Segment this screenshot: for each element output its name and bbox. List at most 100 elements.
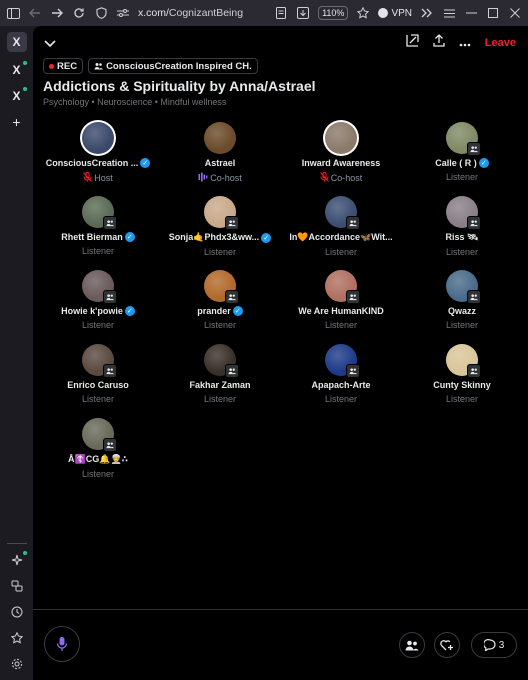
space-panel: Leave REC ConsciousCreation Inspired CH.… bbox=[33, 26, 528, 680]
participant-name-row: In🧡Accordance🦋Wit... bbox=[289, 232, 392, 243]
participant-role: Listener bbox=[81, 394, 115, 404]
clock-icon bbox=[11, 606, 22, 618]
participant-role-row: Listener bbox=[204, 394, 236, 404]
participant-name: Fakhar Zaman bbox=[189, 380, 251, 390]
participant[interactable]: Å☦️CG🔔👳‍♀️∴ Listener bbox=[38, 418, 158, 479]
participant-role-row: Co-host bbox=[319, 172, 362, 184]
participant[interactable]: Howie k'powie ✓ Listener bbox=[38, 270, 158, 330]
notification-dot bbox=[22, 87, 27, 91]
avatar[interactable] bbox=[325, 122, 357, 154]
participant[interactable]: prander ✓ Listener bbox=[160, 270, 280, 330]
vpn-button[interactable]: VPN bbox=[378, 8, 412, 19]
participant[interactable]: Inward Awareness Co-host bbox=[281, 122, 401, 184]
avatar[interactable] bbox=[446, 122, 481, 156]
people-button[interactable] bbox=[399, 632, 425, 658]
participant-role: Listener bbox=[445, 394, 479, 404]
participant[interactable]: Riss 🛰 Listener bbox=[402, 196, 522, 257]
settings-button[interactable] bbox=[7, 654, 27, 674]
participant[interactable]: Enrico Caruso Listener bbox=[38, 344, 158, 404]
history-button[interactable] bbox=[7, 602, 27, 622]
listener-community-icon bbox=[467, 142, 481, 156]
listener-community-icon bbox=[225, 290, 239, 304]
avatar[interactable] bbox=[325, 196, 360, 230]
avatar[interactable] bbox=[82, 196, 117, 230]
participant-role: Listener bbox=[445, 320, 479, 330]
participant-role: Listener bbox=[203, 394, 237, 404]
dock-icon[interactable] bbox=[406, 34, 419, 52]
community-badge[interactable]: ConsciousCreation Inspired CH. bbox=[88, 58, 258, 74]
share-icon[interactable] bbox=[433, 34, 445, 52]
x-tab-1[interactable]: X bbox=[7, 60, 27, 80]
reaction-button[interactable] bbox=[434, 632, 460, 658]
avatar[interactable] bbox=[204, 344, 239, 378]
listener-community-icon bbox=[103, 364, 117, 378]
avatar[interactable] bbox=[204, 122, 236, 154]
avatar[interactable] bbox=[82, 418, 117, 452]
listener-community-icon bbox=[103, 216, 117, 230]
avatar[interactable] bbox=[204, 270, 239, 304]
participant[interactable]: Rhett Bierman ✓ Listener bbox=[38, 196, 158, 256]
mic-button[interactable] bbox=[44, 626, 80, 662]
participant-name: Calle ( R ) bbox=[435, 158, 477, 168]
avatar[interactable] bbox=[325, 344, 360, 378]
participant[interactable]: Sonja🤙Phdx3&ww... ✓ Listener bbox=[160, 196, 280, 257]
back-icon[interactable] bbox=[28, 6, 42, 20]
space-tags: REC ConsciousCreation Inspired CH. bbox=[43, 58, 258, 74]
participant[interactable]: Calle ( R ) ✓ Listener bbox=[402, 122, 522, 182]
participant-role-row: Listener bbox=[446, 320, 478, 330]
menu-icon[interactable] bbox=[442, 6, 456, 20]
sidebar-toggle-icon[interactable] bbox=[6, 6, 20, 20]
vpn-label: VPN bbox=[391, 7, 412, 19]
participant-name-row: Apapach-Arte bbox=[311, 380, 370, 390]
participant[interactable]: In🧡Accordance🦋Wit... Listener bbox=[281, 196, 401, 257]
aria-ai-button[interactable] bbox=[7, 550, 27, 570]
participant[interactable]: Apapach-Arte Listener bbox=[281, 344, 401, 404]
leave-button[interactable]: Leave bbox=[485, 37, 516, 49]
community-icon bbox=[94, 63, 103, 70]
participant[interactable]: We Are HumanKIND Listener bbox=[281, 270, 401, 330]
participant[interactable]: ConsciousCreation ... ✓ Host bbox=[38, 122, 158, 184]
avatar[interactable] bbox=[446, 270, 481, 304]
x-logo-tab[interactable]: X bbox=[6, 32, 27, 52]
participant-name-row: Riss 🛰 bbox=[446, 232, 479, 243]
reader-view-icon[interactable] bbox=[274, 6, 288, 20]
avatar[interactable] bbox=[446, 344, 481, 378]
close-window-icon[interactable] bbox=[508, 6, 522, 20]
rail-divider bbox=[6, 543, 27, 544]
overflow-chevrons-icon[interactable] bbox=[420, 6, 434, 20]
minimize-icon[interactable] bbox=[464, 6, 478, 20]
permissions-icon[interactable] bbox=[116, 6, 130, 20]
participant-role-row: Listener bbox=[325, 394, 357, 404]
avatar[interactable] bbox=[446, 196, 481, 230]
space-title: Addictions & Spirituality by Anna/Astrae… bbox=[43, 78, 316, 94]
more-options-icon[interactable] bbox=[459, 34, 471, 52]
collapse-chevron-icon[interactable] bbox=[43, 36, 57, 50]
shield-icon[interactable] bbox=[94, 6, 108, 20]
avatar[interactable] bbox=[82, 122, 114, 154]
participant[interactable]: Fakhar Zaman Listener bbox=[160, 344, 280, 404]
download-icon[interactable] bbox=[296, 6, 310, 20]
avatar[interactable] bbox=[325, 270, 360, 304]
listener-community-icon bbox=[225, 364, 239, 378]
avatar[interactable] bbox=[82, 270, 117, 304]
forward-icon[interactable] bbox=[50, 6, 64, 20]
recording-badge: REC bbox=[43, 58, 84, 74]
url-bar[interactable]: x.com/CognizantBeing bbox=[138, 7, 243, 19]
avatar[interactable] bbox=[82, 344, 117, 378]
bookmark-star-icon[interactable] bbox=[356, 6, 370, 20]
participant-name-row: Howie k'powie ✓ bbox=[61, 306, 135, 316]
add-panel-button[interactable]: + bbox=[7, 112, 27, 132]
participant[interactable]: Qwazz Listener bbox=[402, 270, 522, 330]
bookmarks-button[interactable] bbox=[7, 628, 27, 648]
reload-icon[interactable] bbox=[72, 6, 86, 20]
avatar[interactable] bbox=[204, 196, 239, 230]
participant[interactable]: Cunty Skinny Listener bbox=[402, 344, 522, 404]
comments-button[interactable]: 3 bbox=[471, 632, 517, 658]
participant[interactable]: Astrael Co-host bbox=[160, 122, 280, 184]
browser-toolbar: x.com/CognizantBeing 110% VPN bbox=[0, 0, 528, 26]
participant-role-row: Listener bbox=[446, 172, 478, 182]
x-tab-2[interactable]: X bbox=[7, 86, 27, 106]
zoom-level[interactable]: 110% bbox=[318, 6, 349, 20]
my-flow-button[interactable] bbox=[7, 576, 27, 596]
maximize-icon[interactable] bbox=[486, 6, 500, 20]
